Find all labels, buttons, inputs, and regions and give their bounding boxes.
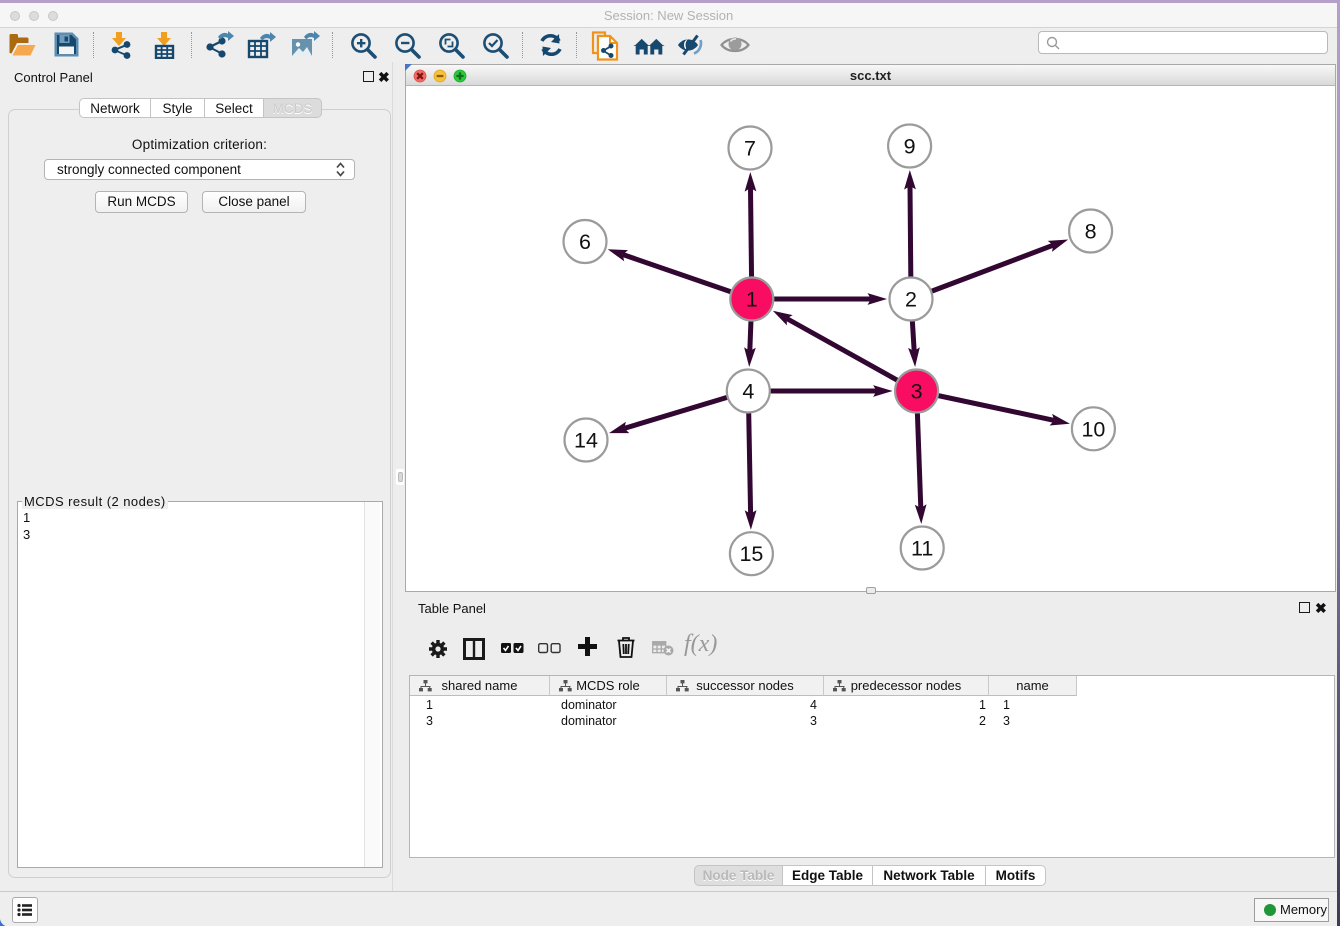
svg-text:14: 14	[574, 429, 598, 453]
svg-text:8: 8	[1085, 220, 1097, 244]
svg-text:9: 9	[904, 135, 916, 159]
svg-text:11: 11	[911, 537, 933, 561]
svg-text:4: 4	[742, 380, 754, 404]
svg-text:10: 10	[1081, 417, 1105, 441]
svg-text:6: 6	[579, 230, 591, 254]
svg-text:2: 2	[905, 288, 917, 312]
svg-text:3: 3	[911, 380, 923, 404]
svg-text:7: 7	[744, 137, 756, 161]
svg-text:1: 1	[746, 288, 758, 312]
svg-text:15: 15	[739, 542, 763, 566]
